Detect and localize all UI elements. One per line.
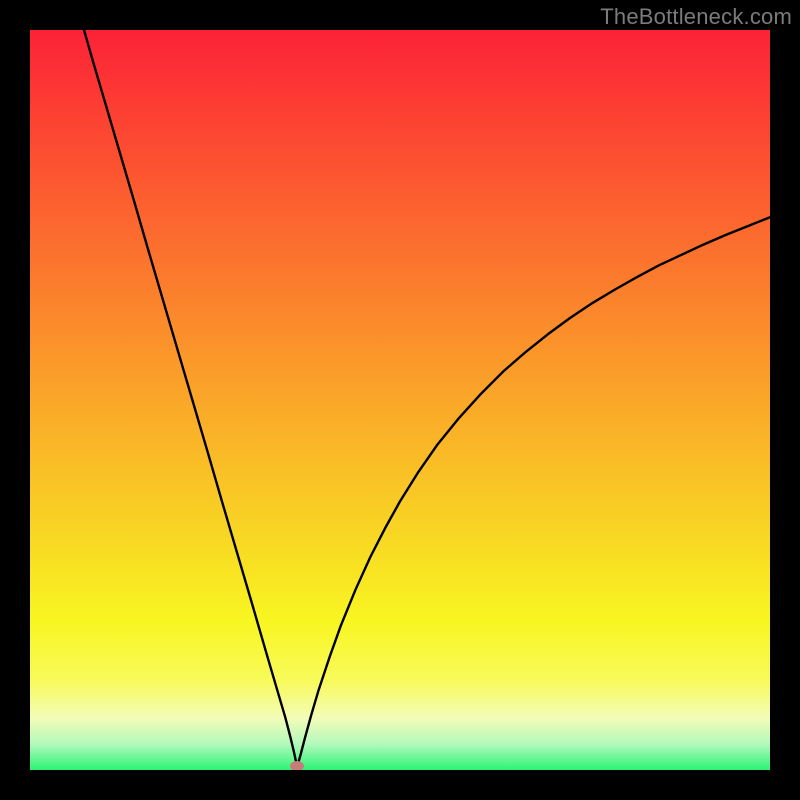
chart-container: TheBottleneck.com: [0, 0, 800, 800]
watermark-text: TheBottleneck.com: [600, 4, 792, 30]
bottleneck-curve: [84, 30, 770, 767]
plot-area: [30, 30, 770, 770]
min-marker: [290, 761, 304, 770]
curve-layer: [30, 30, 770, 770]
